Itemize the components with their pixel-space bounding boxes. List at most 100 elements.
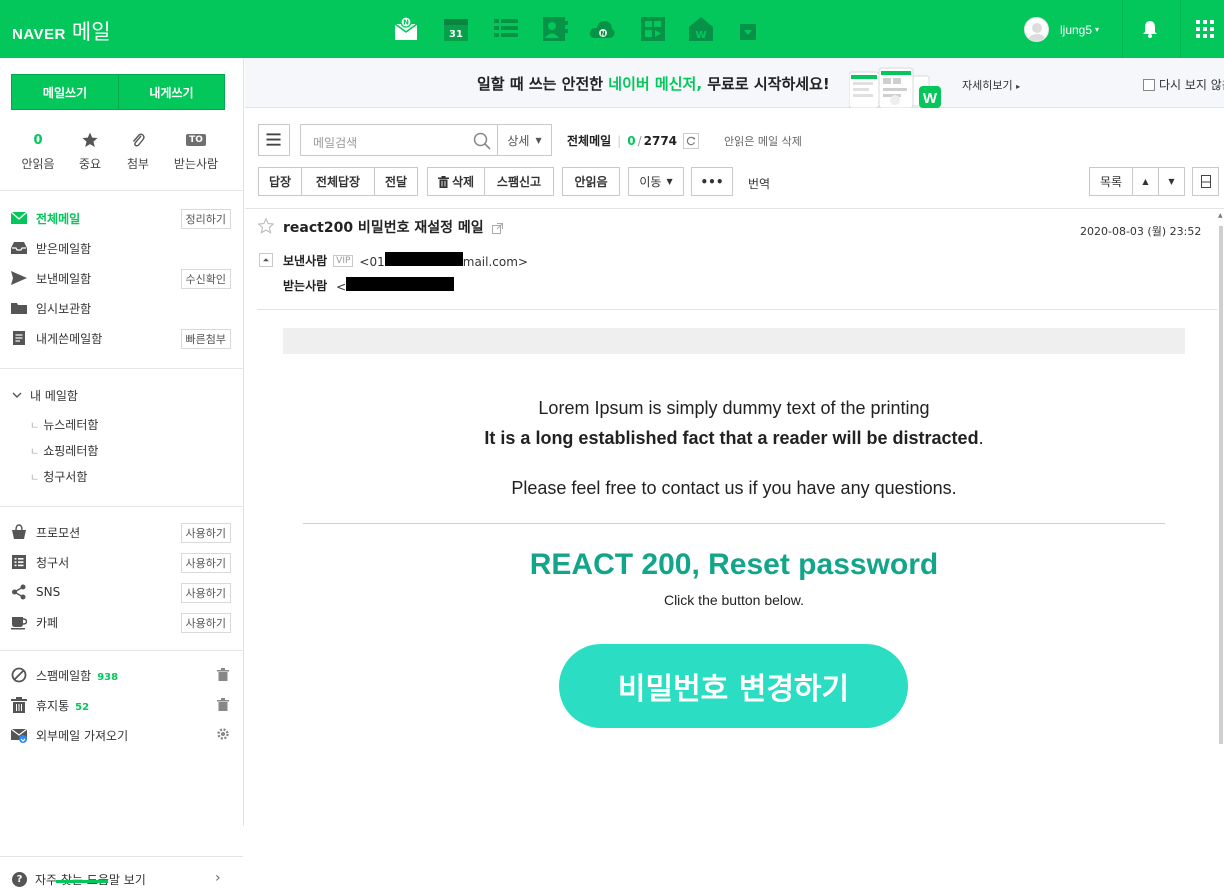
vip-button[interactable]: VIP (333, 254, 354, 267)
blog-home-icon[interactable]: W (688, 16, 714, 42)
empty-trash-icon[interactable] (217, 698, 229, 712)
delete-label: 삭제 (451, 175, 475, 189)
todo-app-icon[interactable] (493, 16, 519, 42)
quick-filter-important[interactable]: 중요 (65, 131, 115, 172)
username: ljung5 (1060, 22, 1093, 37)
back-to-list-button[interactable]: 목록 (1089, 167, 1133, 196)
quick-filter-attachment[interactable]: 첨부 (113, 131, 163, 172)
folder-shopping-letter[interactable]: ㄴ 쇼핑레터함 (30, 442, 98, 459)
divider (257, 309, 1217, 310)
refresh-icon[interactable] (683, 132, 700, 149)
folder-invoice[interactable]: 청구서 사용하기 (0, 550, 243, 574)
empty-trash-icon[interactable] (217, 668, 229, 682)
calendar-app-icon[interactable]: 31 (443, 16, 469, 42)
change-password-button[interactable]: 비밀번호 변경하기 (559, 644, 908, 728)
mybox-cloud-icon[interactable]: N (589, 16, 615, 42)
my-mailbox-toggle[interactable]: 내 메일함 (12, 387, 78, 404)
mail-app-icon[interactable]: N (393, 16, 419, 42)
help-icon: ? (12, 872, 27, 887)
banner-more-label: 자세히보기 (962, 79, 1013, 92)
delete-unread-link[interactable]: 안읽은 메일 삭제 (724, 133, 802, 149)
quick-filter-to-me[interactable]: TO 받는사람 (171, 131, 221, 172)
folder-spam[interactable]: 스팸메일함 938 (0, 663, 243, 687)
read-receipt-button[interactable]: 수신확인 (180, 269, 231, 289)
collapse-header-button[interactable] (259, 253, 273, 267)
print-button[interactable] (1192, 167, 1219, 196)
banner-more-link[interactable]: 자세히보기 ▸ (962, 77, 1020, 93)
quick-filter-label: 첨부 (126, 157, 150, 171)
chevron-down-icon: ▾ (1095, 25, 1100, 34)
mark-unread-button[interactable]: 안읽음 (562, 167, 620, 196)
search-input[interactable]: 메일검색 (300, 124, 498, 156)
sender-address[interactable]: <01 mail.com> (359, 252, 528, 269)
quick-attach-button[interactable]: 빠른첨부 (180, 329, 231, 349)
redaction-bar (384, 252, 463, 266)
forward-button[interactable]: 전달 (374, 167, 418, 196)
reply-all-button[interactable]: 전체답장 (301, 167, 375, 196)
folder-label: 내게쓴메일함 (36, 331, 103, 346)
contacts-app-icon[interactable] (542, 16, 568, 42)
enable-button[interactable]: 사용하기 (180, 553, 231, 573)
app-grid-icon[interactable] (1196, 20, 1214, 38)
folder-label: 쇼핑레터함 (43, 444, 99, 458)
scrollbar-thumb[interactable] (1219, 226, 1223, 744)
hamburger-icon (266, 133, 281, 146)
sub-folder-mark: ㄴ (30, 421, 40, 432)
folder-external-mail[interactable]: 외부메일 가져오기 (0, 723, 243, 747)
folder-cafe[interactable]: 카페 사용하기 (0, 610, 243, 634)
next-mail-button[interactable]: ▼ (1158, 167, 1185, 196)
more-actions-button[interactable]: ••• (691, 167, 733, 196)
write-mail-button[interactable]: 메일쓰기 (11, 74, 119, 110)
folder-promotion[interactable]: 프로모션 사용하기 (0, 520, 243, 544)
unread-count[interactable]: 0 (627, 134, 635, 148)
spam-report-button[interactable]: 스팸신고 (484, 167, 554, 196)
folder-drafts[interactable]: 임시보관함 (0, 296, 243, 320)
star-icon[interactable] (257, 217, 275, 234)
reply-button[interactable]: 답장 (258, 167, 302, 196)
folder-inbox[interactable]: 받은메일함 (0, 236, 243, 260)
trash-label: 휴지통 (36, 698, 70, 713)
folder-bills[interactable]: ㄴ 청구서함 (30, 468, 87, 485)
naver-mail-logo[interactable]: NAVER 메일 (12, 16, 111, 46)
sender-address-end: mail.com> (462, 255, 528, 269)
previous-mail-button[interactable]: ▲ (1132, 167, 1159, 196)
write-to-self-button[interactable]: 내게쓰기 (118, 74, 225, 110)
translate-button[interactable]: 번역 (748, 175, 770, 192)
sidebar: 메일쓰기 내게쓰기 0 안읽음 중요 첨부 TO 받는사람 전체메일 정리하기 … (0, 58, 244, 887)
folder-label: 뉴스레터함 (43, 418, 99, 432)
folder-trash[interactable]: 휴지통 52 (0, 693, 243, 717)
gear-icon[interactable] (217, 728, 229, 742)
divider (245, 208, 1224, 209)
spam-label: 스팸메일함 (36, 668, 92, 683)
enable-button[interactable]: 사용하기 (180, 583, 231, 603)
caret-down-icon: ▼ (666, 177, 673, 186)
hamburger-menu-button[interactable] (258, 124, 290, 156)
more-apps-dropdown-icon[interactable] (740, 24, 756, 40)
detail-label: 상세 (507, 133, 530, 148)
enable-button[interactable]: 사용하기 (180, 613, 231, 633)
chevron-right-icon[interactable]: › (215, 870, 221, 886)
banner-hide-label: 다시 보지 않음 (1159, 78, 1224, 92)
enable-button[interactable]: 사용하기 (180, 523, 231, 543)
user-account-menu[interactable]: ljung5 ▾ (1024, 17, 1099, 42)
folder-self-mail[interactable]: 내게쓴메일함 빠른첨부 (0, 326, 243, 350)
organize-button[interactable]: 정리하기 (180, 209, 231, 229)
search-placeholder: 메일검색 (313, 136, 358, 150)
search-icon[interactable] (473, 132, 491, 150)
quick-filter-unread[interactable]: 0 안읽음 (13, 131, 63, 172)
recipient-address[interactable]: < (336, 277, 455, 294)
caret-up-icon[interactable]: ▲ (1218, 212, 1223, 219)
folder-sns[interactable]: SNS 사용하기 (0, 580, 243, 604)
advanced-search-dropdown[interactable]: 상세 ▼ (497, 124, 552, 156)
office-app-icon[interactable] (640, 16, 666, 42)
recipient-row: 받는사람 < (283, 277, 455, 294)
open-in-new-window-icon[interactable] (491, 222, 503, 234)
delete-button[interactable]: 삭제 (427, 167, 485, 196)
folder-all-mail[interactable]: 전체메일 정리하기 (0, 206, 243, 230)
help-underline (56, 880, 108, 883)
banner-hide-checkbox[interactable]: 다시 보지 않음 (1143, 76, 1224, 93)
folder-newsletter[interactable]: ㄴ 뉴스레터함 (30, 416, 98, 433)
folder-sent[interactable]: 보낸메일함 수신확인 (0, 266, 243, 290)
notification-bell-icon[interactable] (1140, 19, 1160, 39)
move-dropdown[interactable]: 이동 ▼ (628, 167, 684, 196)
